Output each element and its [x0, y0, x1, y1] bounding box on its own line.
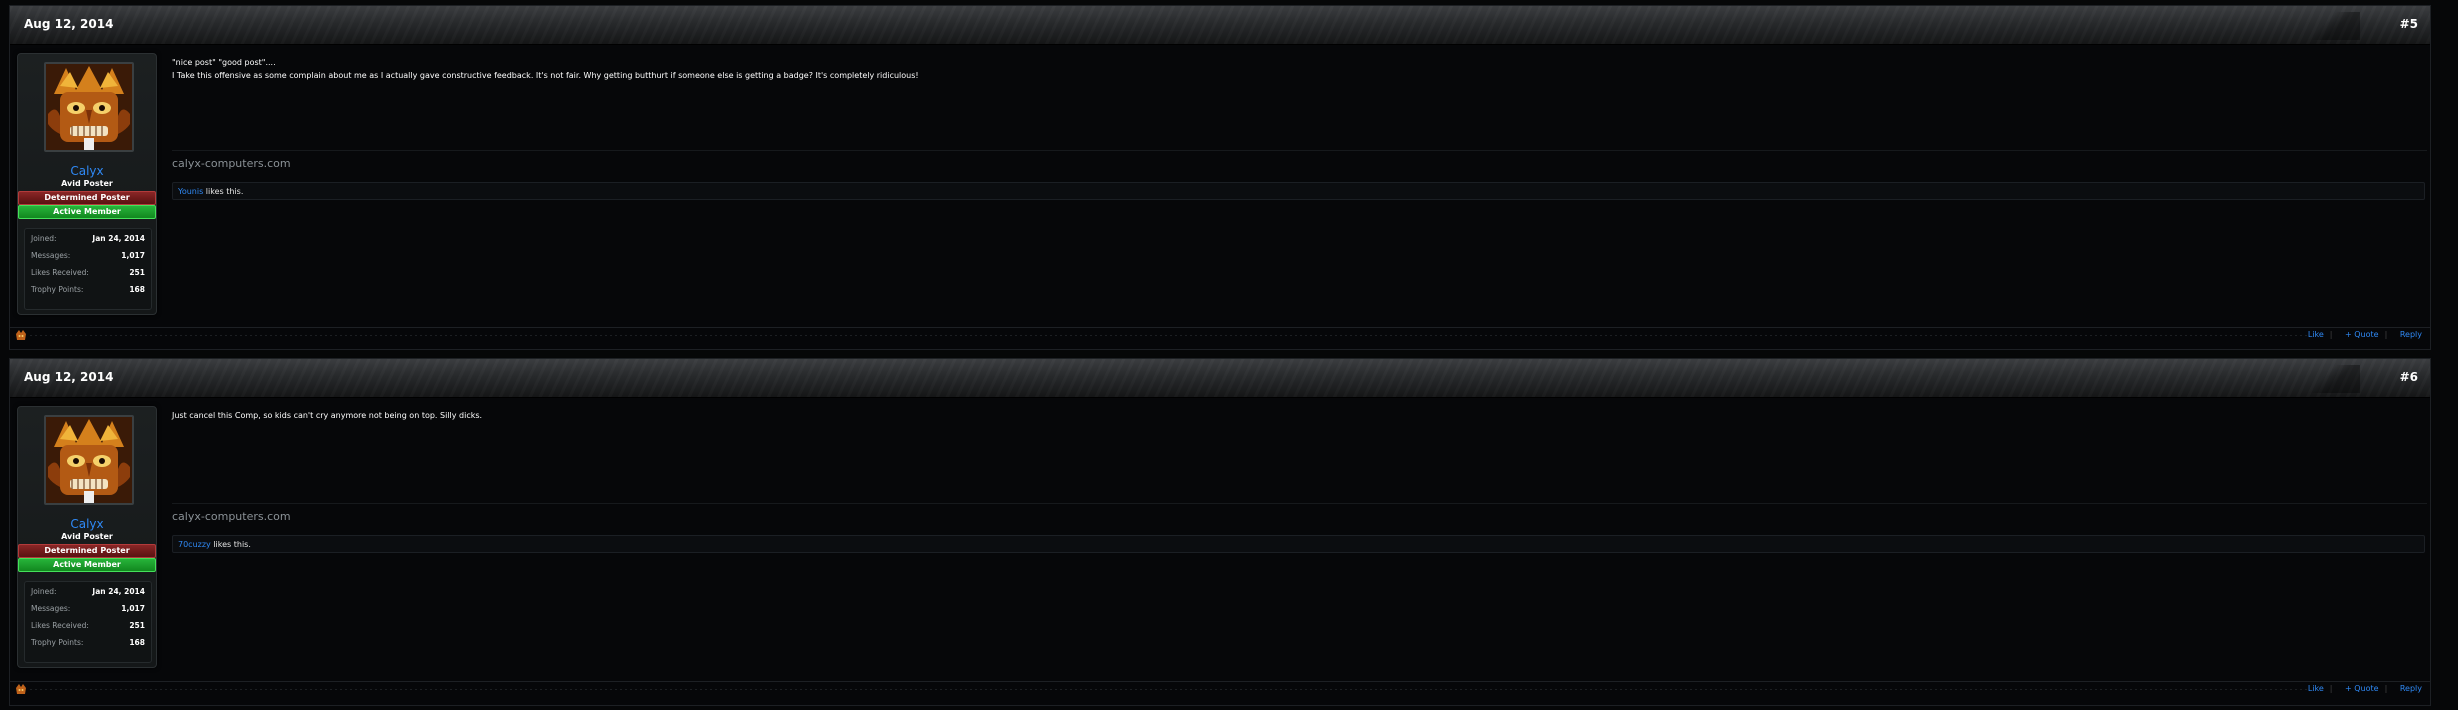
post-5: Aug 12, 2014 #5 Calyx Avid Poster Determ…: [9, 5, 2431, 350]
post-header: Aug 12, 2014 #5: [10, 6, 2430, 45]
signature: calyx-computers.com: [172, 510, 291, 523]
mask-mini-icon: [16, 684, 26, 694]
stat-value[interactable]: 1,017: [121, 251, 145, 260]
stat-label[interactable]: Trophy Points:: [31, 285, 83, 294]
separator: |: [2329, 330, 2333, 339]
user-banner-determined: Determined Poster: [18, 544, 156, 558]
stat-label: Messages:: [31, 604, 71, 613]
user-banner-active: Active Member: [18, 205, 156, 219]
stat-value[interactable]: 168: [129, 638, 145, 647]
user-title: Avid Poster: [61, 532, 113, 541]
post-footer: Like | + Quote | Reply: [10, 327, 2430, 344]
tiki-mask-avatar-icon[interactable]: [44, 415, 134, 505]
likes-summary: Younis likes this.: [172, 182, 2425, 200]
user-card: Calyx Avid Poster Determined Poster Acti…: [17, 406, 157, 668]
user-card: Calyx Avid Poster Determined Poster Acti…: [17, 53, 157, 315]
username[interactable]: Calyx: [18, 517, 156, 531]
post-header: Aug 12, 2014 #6: [10, 359, 2430, 398]
stat-value: Jan 24, 2014: [92, 587, 145, 596]
liker-link[interactable]: 70cuzzy: [178, 540, 211, 549]
signature-divider: [172, 503, 2427, 504]
stat-trophy: Trophy Points: 168: [25, 633, 151, 650]
stat-value[interactable]: 1,017: [121, 604, 145, 613]
stat-likes: Likes Received: 251: [25, 616, 151, 633]
stat-joined: Joined: Jan 24, 2014: [25, 229, 151, 246]
liker-link[interactable]: Younis: [178, 187, 203, 196]
post-6: Aug 12, 2014 #6 Calyx Avid Poster Determ…: [9, 358, 2431, 706]
message-body: "nice post" "good post".... I Take this …: [172, 56, 919, 82]
stat-label: Likes Received:: [31, 268, 89, 277]
reply-button[interactable]: Reply: [2400, 330, 2422, 339]
mask-mini-icon: [16, 330, 26, 340]
stat-trophy: Trophy Points: 168: [25, 280, 151, 297]
stat-label[interactable]: Trophy Points:: [31, 638, 83, 647]
stat-label: Messages:: [31, 251, 71, 260]
separator: |: [2329, 684, 2333, 693]
stat-label: Joined:: [31, 587, 57, 596]
stat-value: Jan 24, 2014: [92, 234, 145, 243]
footer-divider: [30, 335, 2310, 336]
user-stats: Joined: Jan 24, 2014 Messages: 1,017 Likes…: [24, 228, 152, 310]
post-number[interactable]: #6: [2400, 370, 2418, 384]
stat-value: 251: [129, 268, 145, 277]
post-footer: Like | + Quote | Reply: [10, 681, 2430, 698]
header-shade: [2300, 365, 2360, 393]
user-banner-active: Active Member: [18, 558, 156, 572]
separator: |: [2384, 684, 2388, 693]
like-button[interactable]: Like: [2308, 330, 2324, 339]
post-number[interactable]: #5: [2400, 17, 2418, 31]
message-line: I Take this offensive as some complain a…: [172, 71, 919, 80]
header-shade: [2300, 12, 2360, 40]
like-button[interactable]: Like: [2308, 684, 2324, 693]
stat-messages: Messages: 1,017: [25, 246, 151, 263]
post-actions: Like | + Quote | Reply: [2298, 330, 2422, 339]
stat-joined: Joined: Jan 24, 2014: [25, 582, 151, 599]
signature-divider: [172, 150, 2427, 151]
stat-messages: Messages: 1,017: [25, 599, 151, 616]
likes-text: likes this.: [203, 187, 244, 196]
stat-value: 251: [129, 621, 145, 630]
message-body: Just cancel this Comp, so kids can't cry…: [172, 409, 482, 422]
reply-button[interactable]: Reply: [2400, 684, 2422, 693]
user-stats: Joined: Jan 24, 2014 Messages: 1,017 Likes…: [24, 581, 152, 663]
stat-label: Likes Received:: [31, 621, 89, 630]
stat-label: Joined:: [31, 234, 57, 243]
post-date[interactable]: Aug 12, 2014: [24, 370, 113, 384]
stat-likes: Likes Received: 251: [25, 263, 151, 280]
quote-button[interactable]: + Quote: [2345, 330, 2379, 339]
likes-summary: 70cuzzy likes this.: [172, 535, 2425, 553]
user-title: Avid Poster: [61, 179, 113, 188]
separator: |: [2384, 330, 2388, 339]
stat-value[interactable]: 168: [129, 285, 145, 294]
post-date[interactable]: Aug 12, 2014: [24, 17, 113, 31]
username[interactable]: Calyx: [18, 164, 156, 178]
message-line: Just cancel this Comp, so kids can't cry…: [172, 411, 483, 420]
post-actions: Like | + Quote | Reply: [2298, 684, 2422, 693]
user-banner-determined: Determined Poster: [18, 191, 156, 205]
signature: calyx-computers.com: [172, 157, 291, 170]
tiki-mask-avatar-icon[interactable]: [44, 62, 134, 152]
quote-button[interactable]: + Quote: [2345, 684, 2379, 693]
footer-divider: [30, 689, 2310, 690]
message-line: "nice post" "good post"....: [172, 58, 276, 67]
likes-text: likes this.: [210, 540, 251, 549]
